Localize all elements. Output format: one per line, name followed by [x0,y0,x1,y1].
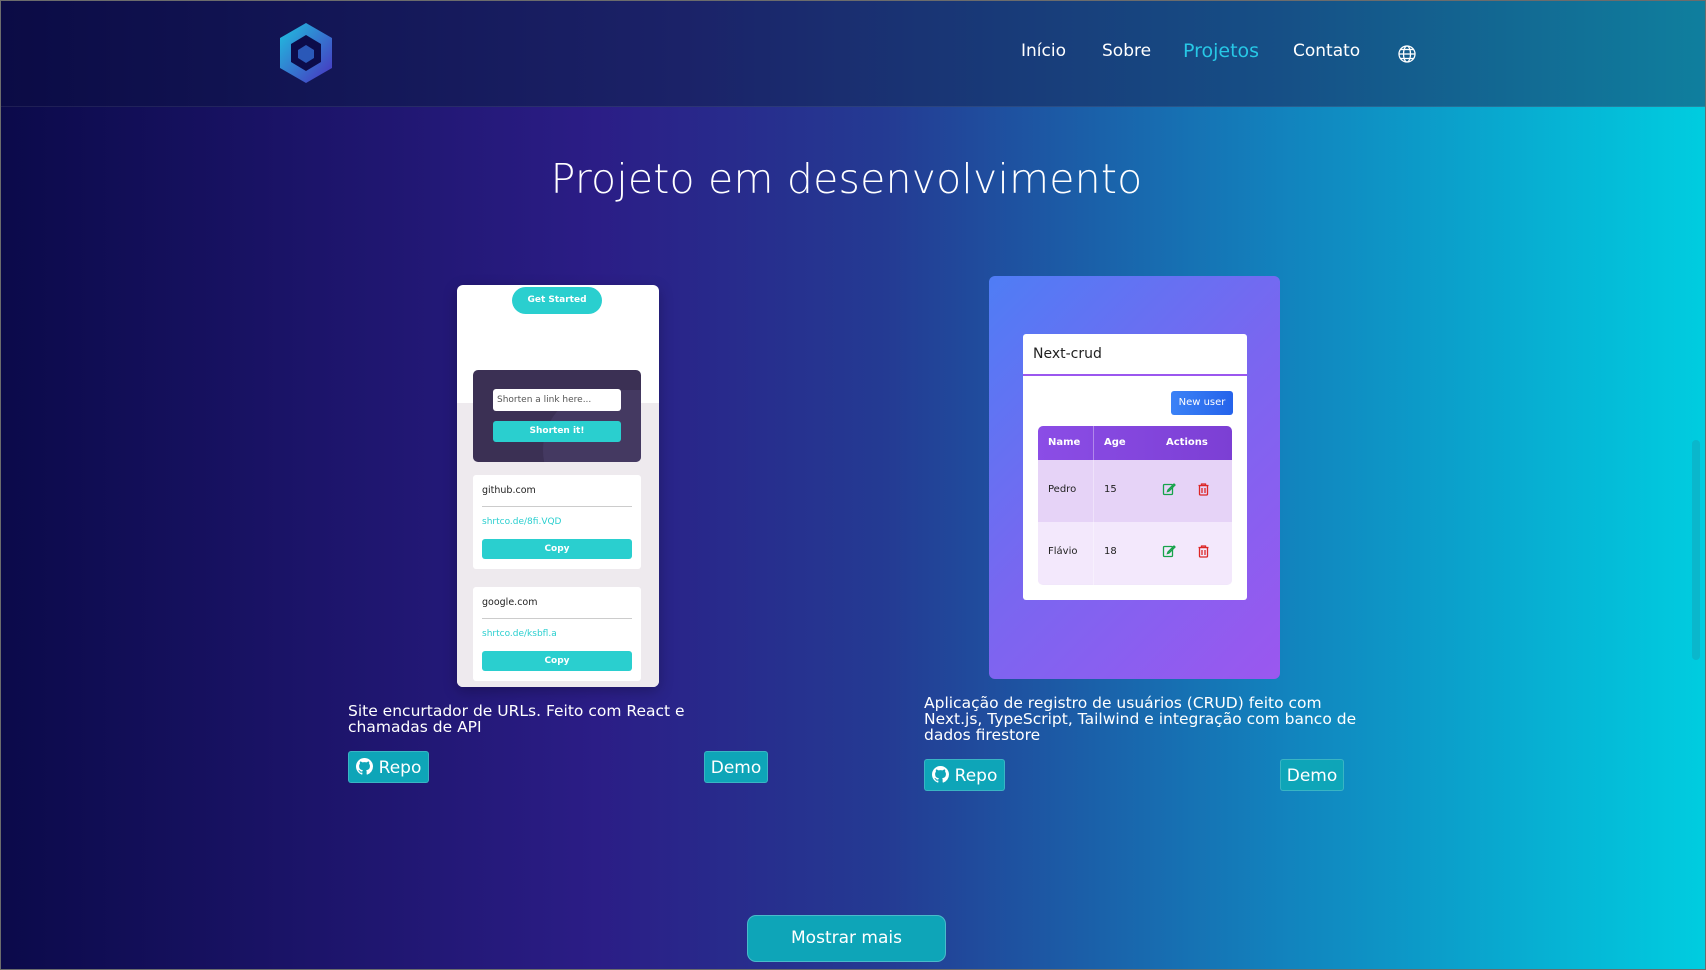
page-title: Projeto em desenvolvimento [550,155,1143,203]
cell-name: Flávio [1048,546,1078,557]
link-card: google.com shrtco.de/ksbfl.a Copy [473,587,641,681]
short-link: shrtco.de/ksbfl.a [482,629,557,639]
short-link: shrtco.de/8fi.VQD [482,517,562,527]
project-2-repo-button[interactable]: Repo [924,759,1005,791]
new-user-button: New user [1171,391,1233,415]
github-icon [355,758,373,775]
edit-icon [1162,545,1176,558]
crud-title: Next-crud [1033,346,1102,362]
column-header: Name [1048,437,1081,448]
nav-projetos[interactable]: Projetos [1183,40,1259,62]
edit-icon [1162,483,1176,496]
shorten-box: Shorten a link here... Shorten it! [473,370,641,462]
link-card: github.com shrtco.de/8fi.VQD Copy [473,475,641,569]
trash-icon [1198,483,1209,496]
project-1-description: Site encurtador de URLs. Feito com React… [348,702,685,736]
column-header: Age [1104,437,1126,448]
users-table: Name Age Actions Pedro 15 Flávio 18 [1038,426,1232,585]
main-nav: Início Sobre Projetos Contato [1,40,1705,71]
project-2-description: Aplicação de registro de usuários (CRUD)… [924,694,1357,744]
nav-sobre[interactable]: Sobre [1102,41,1151,61]
crud-panel: Next-crud New user Name Age Actions Pedr… [1023,334,1247,600]
table-row: Flávio 18 [1038,522,1232,584]
copy-button: Copy [482,539,632,559]
title-underline [1023,374,1247,376]
copy-button: Copy [482,651,632,671]
nav-inicio[interactable]: Início [1021,41,1066,61]
show-more-button[interactable]: Mostrar mais [747,915,946,962]
globe-icon[interactable] [1397,44,1417,64]
project-1-demo-button[interactable]: Demo [704,751,768,783]
cell-age: 18 [1104,546,1117,557]
nav-contato[interactable]: Contato [1293,41,1360,61]
project-1-preview: Get Started Shorten a link here... Short… [457,285,659,687]
repo-label: Repo [954,766,998,786]
column-divider [1093,426,1094,585]
get-started-button: Get Started [512,287,602,314]
shorten-button: Shorten it! [493,421,621,442]
link-url: google.com [482,597,538,608]
table-header: Name Age Actions [1038,426,1232,460]
trash-icon [1198,545,1209,558]
header: Início Sobre Projetos Contato [1,1,1705,107]
column-header: Actions [1166,437,1208,448]
table-row: Pedro 15 [1038,460,1232,522]
window-frame [0,0,1706,970]
divider [482,618,632,619]
project-2-demo-button[interactable]: Demo [1280,759,1344,791]
github-icon [931,766,949,783]
project-1-repo-button[interactable]: Repo [348,751,429,783]
repo-label: Repo [378,758,422,778]
link-url: github.com [482,485,536,496]
shorten-input: Shorten a link here... [493,389,621,411]
divider [482,506,632,507]
project-2-preview: Next-crud New user Name Age Actions Pedr… [989,276,1280,679]
scrollbar-thumb[interactable] [1692,440,1700,660]
cell-name: Pedro [1048,484,1077,495]
cell-age: 15 [1104,484,1117,495]
